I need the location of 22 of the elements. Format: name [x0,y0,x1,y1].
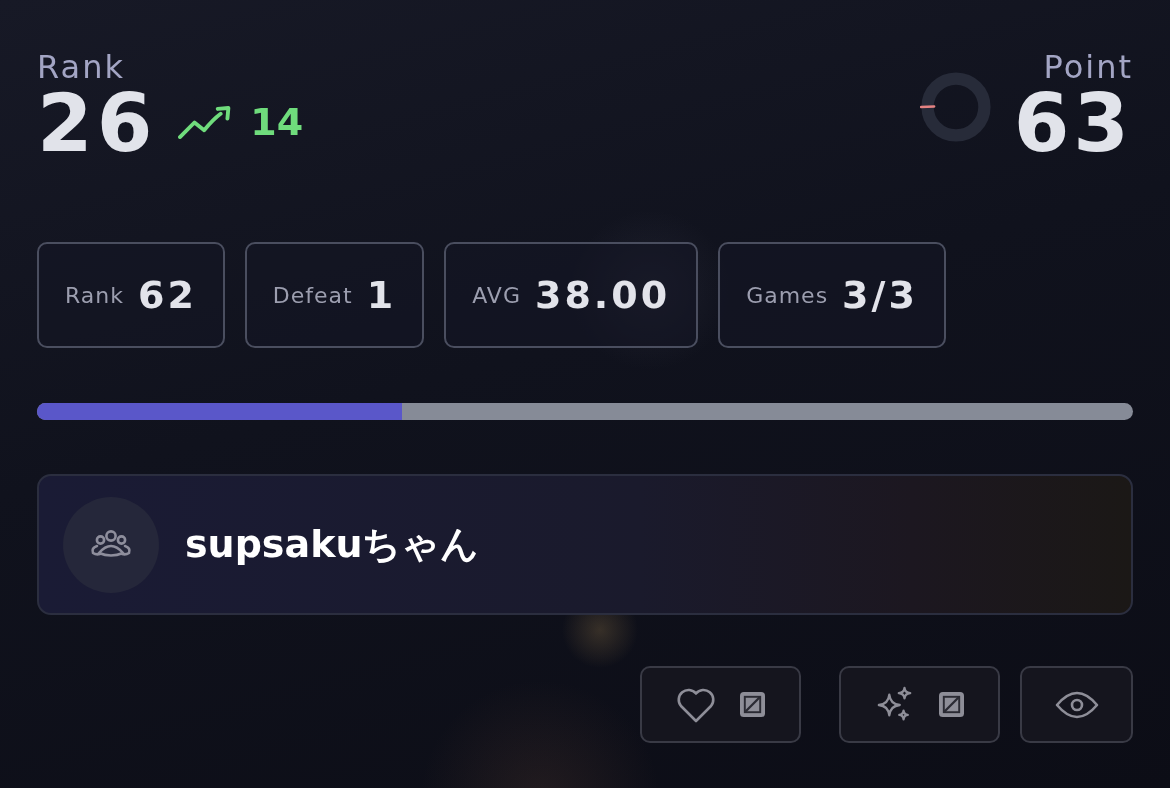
profile-name: supsakuちゃん [185,521,480,568]
point-value: 63 [1013,84,1133,164]
rank-change: 14 [250,100,304,144]
stat-value: 38.00 [534,273,671,317]
stat-value: 62 [137,273,197,317]
slashed-square-icon [939,692,964,717]
stat-label: Defeat [272,282,353,308]
group-avatar-icon [63,496,159,593]
rank-value: 26 [37,84,157,164]
stat-label: Games [746,282,829,308]
eye-icon [1054,689,1099,720]
stat-value: 1 [366,273,397,317]
rank-label: Rank [37,50,125,84]
sparkle-button[interactable] [839,666,1000,743]
ring-gauge-icon [919,71,992,143]
point-label: Point [1043,50,1133,84]
view-button[interactable] [1020,666,1133,743]
stat-label: AVG [472,282,521,308]
stat-label: Rank [65,282,124,308]
slashed-square-icon [740,692,765,717]
stat-value: 3/3 [842,273,918,317]
like-button[interactable] [640,666,801,743]
